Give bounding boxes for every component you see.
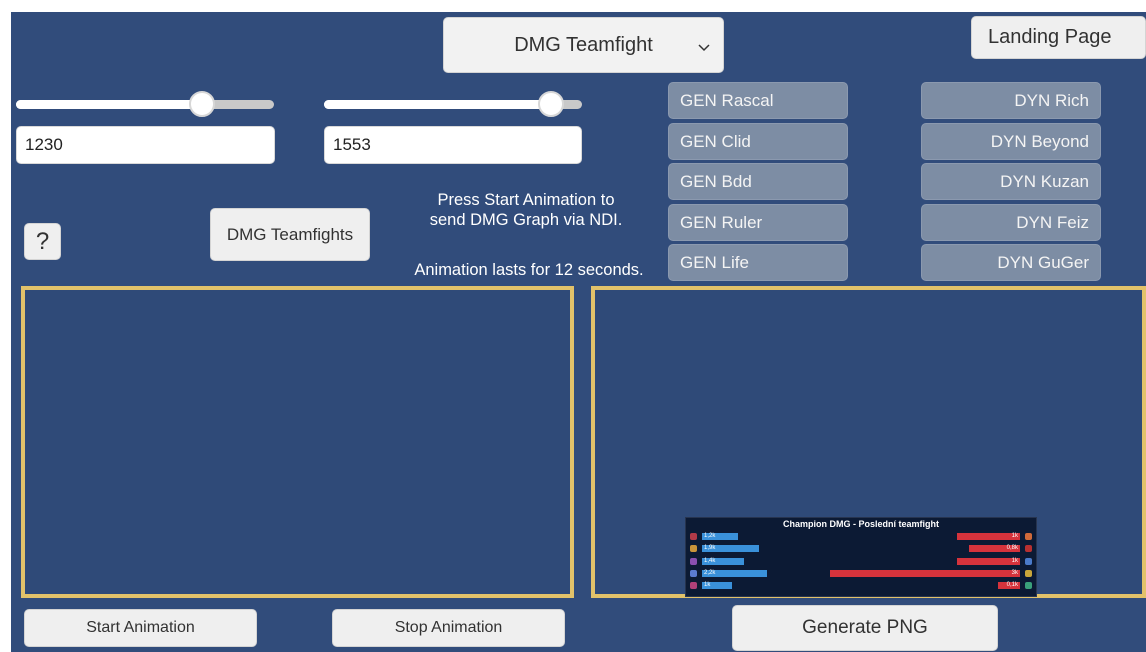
dyn-player-button[interactable]: DYN Rich <box>921 82 1101 119</box>
mode-dropdown[interactable]: DMG Teamfight <box>443 17 724 73</box>
dyn-player-label: DYN Rich <box>1014 90 1089 110</box>
dmg-graph-row: 1,9k 0,8k <box>686 544 1036 553</box>
champion-icon <box>1025 582 1032 590</box>
champion-icon <box>1025 557 1032 565</box>
dyn-dmg-bar: 1k <box>956 533 1020 540</box>
dyn-dmg-bar: 0,8k <box>969 545 1020 553</box>
dyn-player-label: DYN Beyond <box>990 131 1089 151</box>
value-input-left[interactable]: 1230 <box>16 126 275 164</box>
dyn-player-label: DYN GuGer <box>997 252 1089 272</box>
gen-dmg-bar: 1k <box>702 582 732 590</box>
gen-dmg-bar: 1,2k <box>702 533 738 540</box>
champion-icon <box>690 569 697 577</box>
chevron-down-icon <box>698 44 710 52</box>
dmg-graph-row: 1,2k 1k <box>686 532 1036 541</box>
dmg-graph-title: Champion DMG - Poslední teamfight <box>782 519 939 529</box>
gen-player-button[interactable]: GEN Ruler <box>668 204 848 241</box>
slider-right-fill <box>324 100 552 109</box>
dmg-graph-row: 2,2k 3k <box>686 569 1036 578</box>
start-animation-button[interactable]: Start Animation <box>24 609 257 647</box>
gen-player-label: GEN Ruler <box>680 212 763 232</box>
instructions-line-2: send DMG Graph via NDI. <box>429 211 623 229</box>
help-button[interactable]: ? <box>24 223 61 260</box>
generate-png-label: Generate PNG <box>802 617 928 638</box>
dyn-player-label: DYN Kuzan <box>1000 171 1089 191</box>
generate-png-button[interactable]: Generate PNG <box>732 605 998 651</box>
landing-page-button[interactable]: Landing Page <box>971 16 1146 59</box>
instructions-line-3: Animation lasts for 12 seconds. <box>414 261 644 279</box>
dyn-player-button[interactable]: DYN GuGer <box>921 244 1101 281</box>
slider-left-handle[interactable] <box>188 91 215 117</box>
value-input-right-text: 1553 <box>333 135 371 154</box>
gen-player-button[interactable]: GEN Life <box>668 244 848 281</box>
slider-right-handle[interactable] <box>538 91 565 117</box>
dyn-dmg-bar: 3k <box>830 569 1020 577</box>
png-preview-panel: Champion DMG - Poslední teamfight 1,2k 1k… <box>591 286 1146 598</box>
champion-icon <box>1025 569 1032 577</box>
start-animation-label: Start Animation <box>86 619 195 636</box>
dmg-graph-preview: Champion DMG - Poslední teamfight 1,2k 1k… <box>685 517 1037 597</box>
slider-left-fill <box>16 100 202 109</box>
champion-icon <box>690 557 697 565</box>
gen-player-button[interactable]: GEN Clid <box>668 123 848 160</box>
app-window: DMG Teamfight Landing Page 1230 1553 ? D… <box>11 12 1146 652</box>
gen-dmg-bar: 1,9k <box>702 545 759 553</box>
dyn-player-button[interactable]: DYN Beyond <box>921 123 1101 160</box>
instructions-line-1: Press Start Animation to <box>437 191 615 209</box>
dyn-player-button[interactable]: DYN Feiz <box>921 204 1101 241</box>
stop-animation-label: Stop Animation <box>394 619 503 636</box>
gen-player-label: GEN Rascal <box>680 90 774 110</box>
gen-player-label: GEN Clid <box>680 131 751 151</box>
dmg-graph-row: 1k 0,1k <box>686 581 1036 590</box>
gen-dmg-bar: 2,2k <box>702 569 768 577</box>
champion-icon <box>690 545 697 553</box>
champion-icon <box>1025 545 1032 553</box>
dyn-dmg-bar: 0,1k <box>998 582 1020 590</box>
dyn-dmg-bar: 1k <box>956 557 1020 565</box>
ndi-preview-panel <box>21 286 574 598</box>
landing-page-label: Landing Page <box>988 26 1112 48</box>
dyn-player-button[interactable]: DYN Kuzan <box>921 163 1101 200</box>
mode-dropdown-label: DMG Teamfight <box>514 33 653 56</box>
gen-player-label: GEN Bdd <box>680 171 752 191</box>
gen-player-button[interactable]: GEN Rascal <box>668 82 848 119</box>
slider-left[interactable] <box>16 91 274 117</box>
champion-icon <box>690 533 697 540</box>
dmg-graph-row: 1,4k 1k <box>686 557 1036 566</box>
dyn-player-label: DYN Feiz <box>1016 212 1089 232</box>
value-input-left-text: 1230 <box>25 135 63 154</box>
slider-right[interactable] <box>324 91 582 117</box>
champion-icon <box>1025 533 1032 540</box>
dmg-teamfights-button[interactable]: DMG Teamfights <box>210 208 370 261</box>
gen-player-label: GEN Life <box>680 252 749 272</box>
value-input-right[interactable]: 1553 <box>324 126 582 164</box>
dmg-teamfights-label: DMG Teamfights <box>226 224 354 244</box>
stop-animation-button[interactable]: Stop Animation <box>332 609 565 647</box>
help-label: ? <box>35 227 50 255</box>
gen-dmg-bar: 1,4k <box>702 557 744 565</box>
champion-icon <box>690 582 697 590</box>
gen-player-button[interactable]: GEN Bdd <box>668 163 848 200</box>
